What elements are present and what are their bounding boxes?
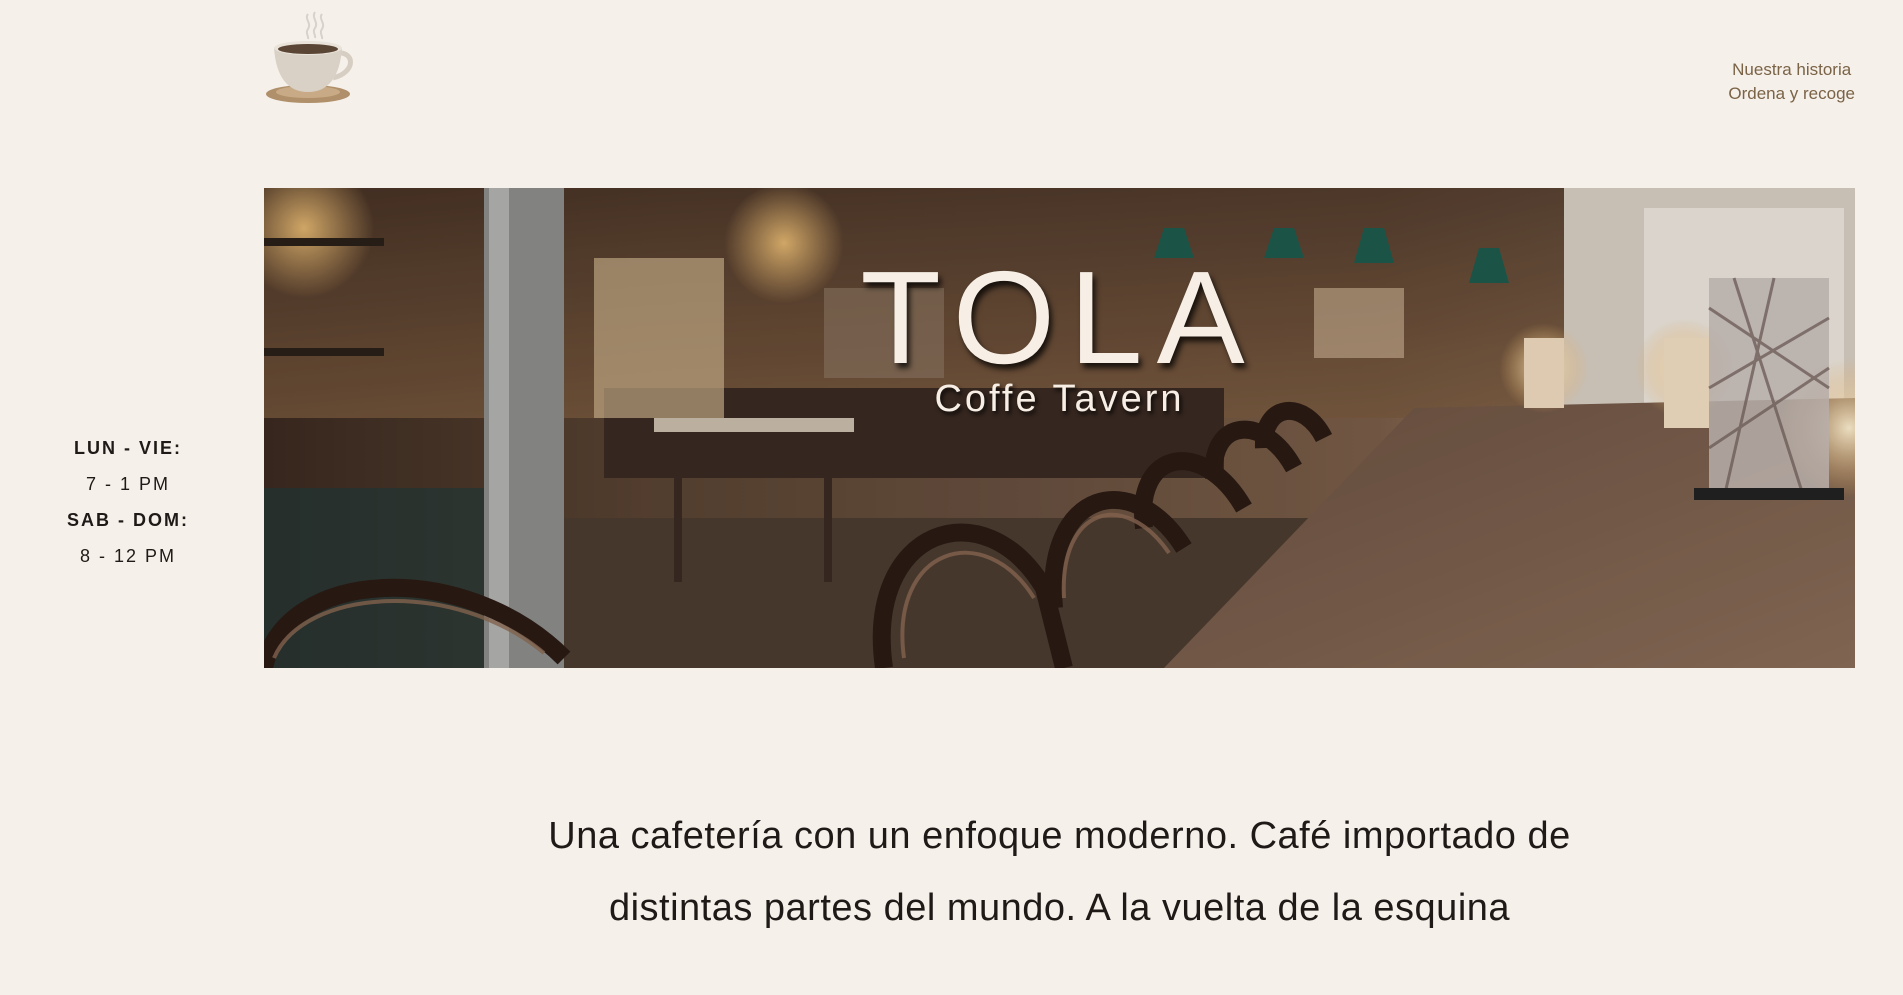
nav-link-nuestra-historia[interactable]: Nuestra historia xyxy=(1728,58,1855,82)
weekdays-label: LUN - VIE: xyxy=(74,438,182,458)
weekend-time: 8 - 12 PM xyxy=(79,546,177,566)
nav-link-ordena-y-recoge[interactable]: Ordena y recoge xyxy=(1728,82,1855,106)
opening-hours: LUN - VIE: 7 - 1 PM SAB - DOM: 8 - 12 PM xyxy=(0,430,256,574)
weekend-label: SAB - DOM: xyxy=(67,510,189,530)
coffee-cup-icon[interactable] xyxy=(263,6,363,106)
weekdays-time: 7 - 1 PM xyxy=(85,474,171,494)
tagline-line-2: distintas partes del mundo. A la vuelta … xyxy=(608,887,1511,929)
tagline: Una cafetería con un enfoque moderno. Ca… xyxy=(264,800,1855,944)
main-nav: Nuestra historia Ordena y recoge xyxy=(1728,58,1855,106)
hero-title: TOLA xyxy=(860,244,1259,391)
hero-banner: TOLA Coffe Tavern xyxy=(264,188,1855,668)
page: Nuestra historia Ordena y recoge LUN - V… xyxy=(0,0,1903,995)
hero-subtitle: Coffe Tavern xyxy=(934,378,1185,420)
tagline-line-1: Una cafetería con un enfoque moderno. Ca… xyxy=(548,815,1571,857)
